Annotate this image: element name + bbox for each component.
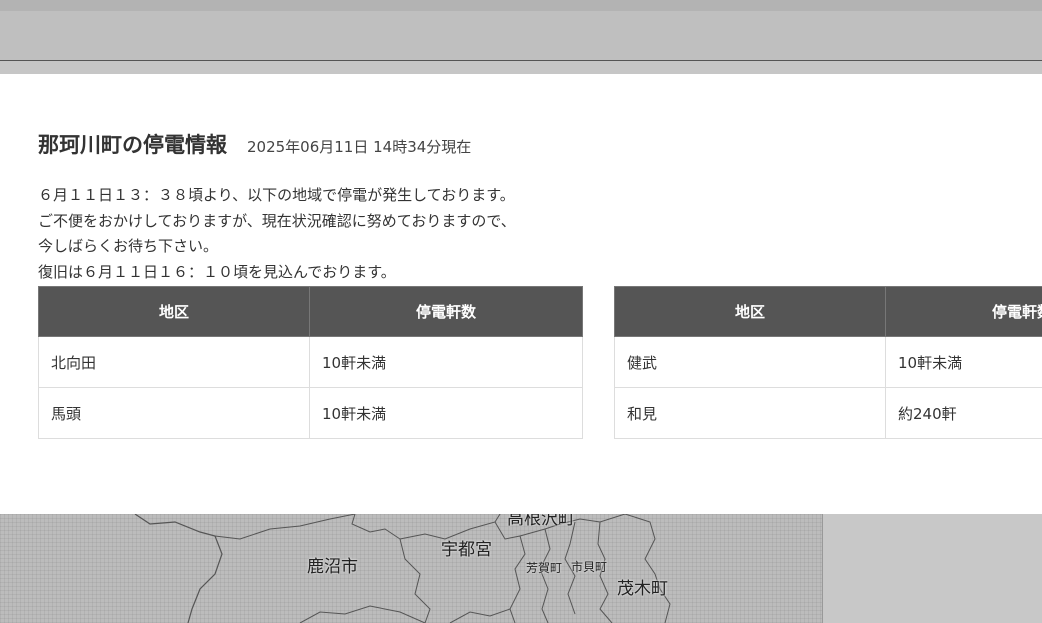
table-header-row: 地区 停電軒数 [38,286,583,337]
district-cell: 健武 [614,336,886,388]
outage-count-cell: 10軒未満 [885,336,1042,388]
title-row: 那珂川町の停電情報 2025年06月11日 14時34分現在 [38,129,471,159]
outage-count-cell: 10軒未満 [309,387,583,439]
outage-count-cell: 約240軒 [885,387,1042,439]
outage-count-cell: 10軒未満 [309,336,583,388]
district-cell: 馬頭 [38,387,310,439]
table-row: 健武 10軒未満 [614,336,1042,388]
map-label-utsunomiya[interactable]: 宇都宮 [441,535,492,560]
message-line: 今しばらくお待ち下さい。 [38,237,219,255]
map-borders [134,514,671,623]
outage-message: ６月１１日１３：３８頃より、以下の地域で停電が発生しております。 ご不便をおかけ… [38,183,516,285]
message-line: 復旧は６月１１日１６：１０頃を見込んでおります。 [38,262,396,281]
column-header-outage-count: 停電軒数 [309,286,583,337]
header-gap [0,61,1042,74]
column-header-district: 地区 [38,286,310,337]
column-header-outage-count: 停電軒数 [885,286,1042,337]
district-cell: 和見 [614,387,886,439]
message-line: ご不便をおかけしておりますが、現在状況確認に努めておりますので、 [38,211,516,230]
outage-table-left: 地区 停電軒数 北向田 10軒未満 馬頭 10軒未満 [38,286,583,439]
map-label-ichikai[interactable]: 市貝町 [571,558,607,575]
table-row: 和見 約240軒 [614,387,1042,439]
map-label-kanuma[interactable]: 鹿沼市 [307,552,358,577]
outage-table-right: 地区 停電軒数 健武 10軒未満 和見 約240軒 [614,286,1042,439]
map-side-panel [822,514,1042,623]
column-header-district: 地区 [614,286,886,337]
update-timestamp: 2025年06月11日 14時34分現在 [247,138,472,156]
site-header-bar [0,11,1042,60]
message-line: ６月１１日１３：３８頃より、以下の地域で停電が発生しております。 [38,186,515,204]
table-row: 馬頭 10軒未満 [38,387,583,439]
map-label-haga[interactable]: 芳賀町 [526,559,562,576]
page-title: 那珂川町の停電情報 [38,133,227,157]
top-strip [0,0,1042,11]
district-cell: 北向田 [38,336,310,388]
map-label-motegi[interactable]: 茂木町 [617,574,668,599]
table-row: 北向田 10軒未満 [38,336,583,388]
table-header-row: 地区 停電軒数 [614,286,1042,337]
outage-info-panel: 那珂川町の停電情報 2025年06月11日 14時34分現在 ６月１１日１３：３… [0,74,1042,514]
